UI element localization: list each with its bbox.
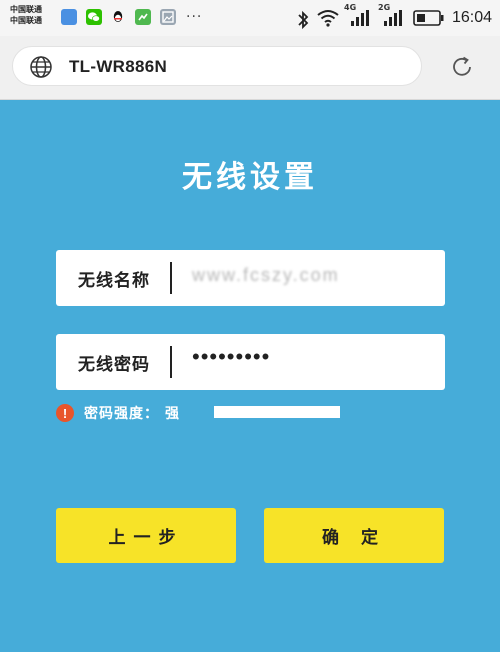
password-field[interactable]: 无线密码 ••••••••• bbox=[56, 334, 445, 390]
ssid-input[interactable]: www.fcszy.com bbox=[192, 265, 340, 286]
ssid-label: 无线名称 bbox=[78, 271, 150, 291]
page-title: 无线设置 bbox=[182, 160, 318, 195]
refresh-icon[interactable] bbox=[449, 54, 475, 80]
strength-bar bbox=[214, 406, 340, 418]
app-blue-icon bbox=[61, 9, 77, 25]
more-notifications: ··· bbox=[186, 9, 203, 25]
url-text: TL-WR886N bbox=[69, 57, 168, 76]
previous-step-button[interactable]: 上一步 bbox=[56, 508, 236, 563]
status-time: 16:04 bbox=[452, 9, 493, 26]
carrier-line-2: 中国联通 bbox=[10, 16, 42, 25]
strength-bar-fill bbox=[214, 406, 340, 418]
browser-address-bar: TL-WR886N bbox=[0, 36, 500, 100]
status-bar: 中国联通 中国联通 ··· 4G 2G 16:04 bbox=[0, 0, 500, 36]
gallery-icon bbox=[160, 9, 176, 25]
password-input[interactable]: ••••••••• bbox=[192, 344, 270, 370]
bluetooth-icon bbox=[298, 10, 309, 30]
carrier-info: 中国联通 中国联通 bbox=[10, 4, 42, 26]
field-divider bbox=[170, 346, 172, 378]
confirm-button[interactable]: 确 定 bbox=[264, 508, 444, 563]
warning-icon: ! bbox=[56, 404, 74, 422]
app-green-icon bbox=[135, 9, 151, 25]
url-field[interactable]: TL-WR886N bbox=[12, 46, 422, 86]
ssid-field[interactable]: 无线名称 www.fcszy.com bbox=[56, 250, 445, 306]
password-label: 无线密码 bbox=[78, 355, 150, 375]
strength-label: 密码强度： bbox=[84, 406, 159, 422]
carrier-line-1: 中国联通 bbox=[10, 5, 42, 14]
wifi-icon bbox=[317, 10, 339, 27]
field-divider bbox=[170, 262, 172, 294]
wechat-icon bbox=[86, 9, 102, 25]
password-strength: ! 密码强度： 强 bbox=[56, 402, 179, 424]
battery-icon bbox=[413, 10, 444, 26]
qq-icon bbox=[110, 9, 126, 25]
signal-icon bbox=[384, 10, 402, 26]
strength-value: 强 bbox=[165, 406, 179, 422]
globe-icon bbox=[30, 56, 52, 78]
signal-icon bbox=[351, 10, 369, 26]
